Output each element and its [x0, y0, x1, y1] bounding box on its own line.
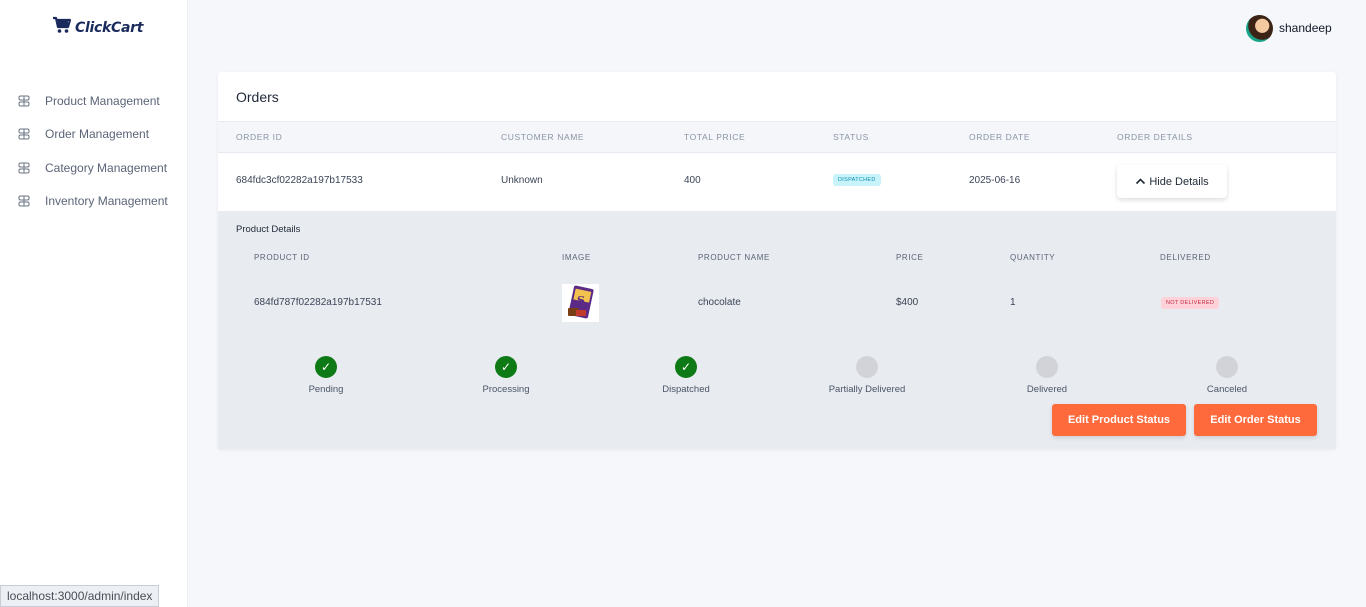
step-label: Canceled	[1206, 384, 1248, 395]
menu-grid-icon	[18, 128, 30, 140]
logo-text: ClickCart	[75, 19, 144, 36]
column-header: ORDER ID	[236, 132, 283, 142]
page-title: Orders	[236, 89, 279, 105]
sidebar-item-category-management[interactable]: Category Management	[0, 151, 188, 185]
sidebar-item-inventory-management[interactable]: Inventory Management	[0, 185, 188, 219]
order-date: 2025-06-16	[969, 175, 1021, 186]
column-header: PRICE	[896, 253, 924, 262]
product-price: $400	[896, 297, 919, 308]
table-row: 684fdc3cf02282a197b17533 Unknown 400 DIS…	[218, 153, 1336, 211]
orders-table-header: ORDER ID CUSTOMER NAME TOTAL PRICE STATU…	[218, 121, 1336, 153]
check-icon: ✓	[675, 356, 697, 378]
product-quantity: 1	[1010, 297, 1016, 308]
step-circle	[856, 356, 878, 378]
hide-details-label: Hide Details	[1149, 175, 1209, 188]
sidebar: ClickCart Product Management Order Manag…	[0, 0, 188, 607]
status-step-delivered: Delivered	[987, 356, 1107, 395]
browser-status-url: localhost:3000/admin/index	[0, 585, 160, 607]
svg-text:S: S	[577, 294, 585, 307]
logo[interactable]: ClickCart	[52, 16, 143, 39]
column-header: QUANTITY	[1010, 253, 1056, 262]
column-header: ORDER DATE	[969, 132, 1031, 142]
hide-details-button[interactable]: Hide Details	[1117, 165, 1227, 198]
user-menu[interactable]: shandeep	[1246, 14, 1366, 42]
column-header: ORDER DETAILS	[1117, 132, 1193, 142]
step-label: Delivered	[1026, 384, 1068, 395]
delivery-status-badge: NOT DELIVERED	[1161, 297, 1220, 309]
column-header: PRODUCT ID	[254, 253, 310, 262]
status-step-canceled: Canceled	[1167, 356, 1287, 395]
column-header: PRODUCT NAME	[698, 253, 770, 262]
product-details-panel: Product Details PRODUCT ID IMAGE PRODUCT…	[218, 211, 1336, 449]
sidebar-item-label: Order Management	[45, 127, 150, 142]
column-header: TOTAL PRICE	[684, 132, 746, 142]
username: shandeep	[1279, 21, 1332, 35]
sidebar-item-label: Inventory Management	[45, 194, 168, 209]
step-circle	[1036, 356, 1058, 378]
edit-order-status-button[interactable]: Edit Order Status	[1194, 404, 1317, 436]
orders-card: Orders ORDER ID CUSTOMER NAME TOTAL PRIC…	[218, 72, 1336, 449]
product-details-title: Product Details	[236, 224, 301, 235]
menu-grid-icon	[18, 95, 30, 107]
step-circle	[1216, 356, 1238, 378]
menu-grid-icon	[18, 195, 30, 207]
column-header: CUSTOMER NAME	[501, 132, 585, 142]
sidebar-item-label: Product Management	[45, 93, 160, 108]
step-label: Processing	[482, 384, 530, 395]
sidebar-menu: Product Management Order Management Cate…	[0, 84, 188, 218]
check-icon: ✓	[315, 356, 337, 378]
step-label: Partially Delivered	[828, 384, 906, 395]
order-id: 684fdc3cf02282a197b17533	[236, 175, 363, 186]
step-label: Pending	[308, 384, 344, 395]
sidebar-item-product-management[interactable]: Product Management	[0, 84, 188, 118]
product-image: S	[562, 284, 599, 322]
total-price: 400	[684, 175, 701, 186]
status-step-dispatched: ✓ Dispatched	[626, 356, 746, 395]
status-badge: DISPATCHED	[833, 174, 881, 186]
column-header: DELIVERED	[1160, 253, 1211, 262]
status-step-pending: ✓ Pending	[266, 356, 386, 395]
status-step-processing: ✓ Processing	[446, 356, 566, 395]
cart-icon	[52, 16, 72, 39]
sidebar-item-order-management[interactable]: Order Management	[0, 118, 188, 152]
menu-grid-icon	[18, 162, 30, 174]
chevron-up-icon	[1135, 176, 1146, 187]
sidebar-item-label: Category Management	[45, 160, 168, 175]
customer-name: Unknown	[501, 175, 543, 186]
edit-product-status-button[interactable]: Edit Product Status	[1052, 404, 1186, 436]
column-header: IMAGE	[562, 253, 591, 262]
step-label: Dispatched	[662, 384, 710, 395]
check-icon: ✓	[495, 356, 517, 378]
status-step-partially-delivered: Partially Delivered	[807, 356, 927, 395]
column-header: STATUS	[833, 132, 869, 142]
product-name: chocolate	[698, 297, 741, 308]
product-id: 684fd787f02282a197b17531	[254, 297, 382, 308]
avatar[interactable]	[1246, 14, 1273, 42]
